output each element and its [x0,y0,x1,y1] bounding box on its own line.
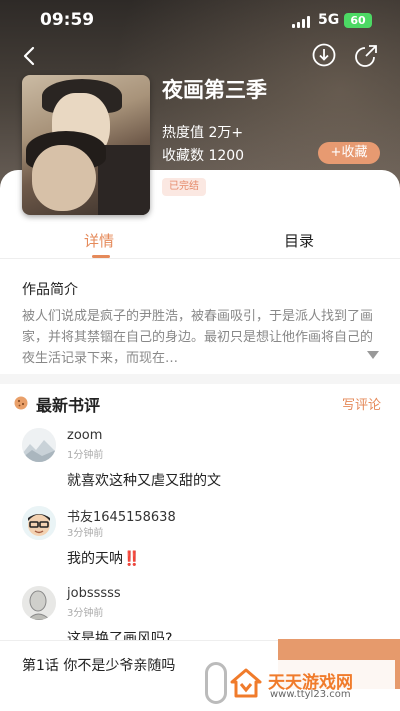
status-bar: 09:59 5G 60 [0,10,400,34]
watermark-logo-icon [230,668,262,698]
review-user[interactable]: jobsssss [67,586,121,601]
review-time: 3分钟前 [67,608,104,619]
site-watermark: 天天游戏网 www.ttyl23.com [210,660,395,706]
review-time: 3分钟前 [67,528,104,539]
review-time: 1分钟前 [67,450,104,461]
review-text: 就喜欢这种又虐又甜的文 [67,473,221,489]
top-nav [0,40,400,72]
status-badge: 已完结 [162,178,206,196]
download-icon[interactable] [311,42,337,68]
review-text: 我的天呐‼️ [67,551,141,567]
tab-details[interactable]: 详情 [84,230,114,251]
review-item: 书友1645158638 3分钟前 我的天呐‼️ [0,506,400,586]
expand-caret-icon[interactable] [366,350,380,360]
floating-indicator [205,662,227,704]
share-icon[interactable] [354,42,380,68]
status-time: 09:59 [40,10,95,30]
signal-icon [292,16,310,28]
add-favorite-button[interactable]: +收藏 [318,142,380,164]
sketch-portrait-avatar[interactable] [22,586,56,620]
back-arrow-icon[interactable] [16,42,44,70]
section-gap [0,374,400,384]
intro-heading: 作品简介 [22,282,78,298]
network-label: 5G [318,12,340,28]
review-user[interactable]: 书友1645158638 [67,506,176,525]
review-item: zoom 1分钟前 就喜欢这种又虐又甜的文 [0,428,400,508]
landscape-avatar[interactable] [22,428,56,462]
current-chapter-label[interactable]: 第1话 你不是少爷亲随吗 [22,655,175,675]
comic-title: 夜画第三季 [162,78,267,102]
cookie-icon [14,396,28,410]
watermark-url: www.ttyl23.com [270,689,351,700]
comic-cover [22,75,150,215]
divider [0,258,400,259]
write-review-link[interactable]: 写评论 [342,394,381,413]
battery-icon: 60 [344,13,372,28]
cartoon-glasses-avatar[interactable] [22,506,56,540]
favorite-count: 收藏数 1200 [162,148,245,164]
tab-bar: 详情 目录 [0,222,400,258]
review-user[interactable]: zoom [67,428,102,443]
reviews-heading: 最新书评 [36,396,101,415]
heat-value: 热度值 2万+ [162,125,244,141]
tab-catalog[interactable]: 目录 [284,230,314,251]
